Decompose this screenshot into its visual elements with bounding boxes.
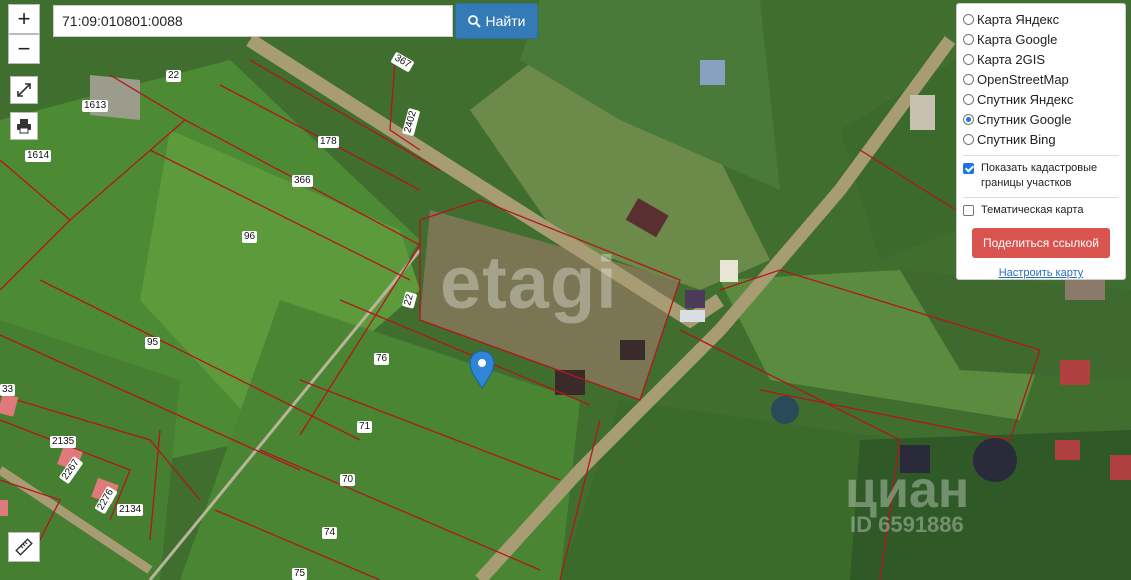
search-button-label: Найти xyxy=(485,13,526,29)
radio-button[interactable] xyxy=(963,93,974,105)
thematic-toggle[interactable]: Тематическая карта xyxy=(963,203,1119,218)
plot-label[interactable]: 74 xyxy=(322,527,338,539)
cadastral-toggle-label: Показать кадастровые границы участков xyxy=(981,162,1098,189)
configure-map-link[interactable]: Настроить карту xyxy=(963,267,1119,279)
layer-option-bing-satellite[interactable]: Спутник Bing xyxy=(963,129,1119,149)
radio-button[interactable] xyxy=(963,73,974,85)
plot-label[interactable]: 75 xyxy=(292,568,308,580)
plot-label[interactable]: 71 xyxy=(357,421,373,433)
print-icon xyxy=(17,119,31,134)
cadastral-toggle[interactable]: Показать кадастровые границы участков xyxy=(963,161,1119,191)
plot-label[interactable]: 178 xyxy=(318,136,339,148)
layer-option-yandex-map[interactable]: Карта Яндекс xyxy=(963,9,1119,29)
layer-label: Спутник Google xyxy=(977,111,1072,127)
zoom-in-label: + xyxy=(17,6,31,31)
layer-label: Карта Google xyxy=(977,31,1058,47)
thematic-toggle-label: Тематическая карта xyxy=(981,204,1084,216)
layer-option-yandex-satellite[interactable]: Спутник Яндекс xyxy=(963,89,1119,109)
layer-option-google-satellite[interactable]: Спутник Google xyxy=(963,109,1119,129)
search-button[interactable]: Найти xyxy=(455,3,538,39)
plot-label[interactable]: 96 xyxy=(242,231,258,243)
zoom-out-button[interactable]: − xyxy=(8,34,40,64)
plot-label[interactable]: 95 xyxy=(145,337,161,349)
plot-label[interactable]: 70 xyxy=(340,474,356,486)
layer-label: Спутник Яндекс xyxy=(977,91,1074,107)
layer-option-google-map[interactable]: Карта Google xyxy=(963,29,1119,49)
checkbox-checked[interactable] xyxy=(963,163,974,174)
layer-label: Спутник Bing xyxy=(977,131,1056,147)
plot-label[interactable]: 366 xyxy=(292,175,313,187)
search-icon xyxy=(467,14,481,28)
cadastral-search-input[interactable] xyxy=(53,5,453,37)
zoom-in-button[interactable]: + xyxy=(8,4,40,34)
radio-button[interactable] xyxy=(963,53,974,65)
fullscreen-button[interactable] xyxy=(10,76,38,104)
layer-label: Карта 2GIS xyxy=(977,51,1046,67)
plot-label[interactable]: 1613 xyxy=(82,100,109,112)
plot-label[interactable]: 76 xyxy=(374,353,390,365)
expand-icon xyxy=(17,83,31,97)
layer-label: OpenStreetMap xyxy=(977,71,1069,87)
layer-option-openstreetmap[interactable]: OpenStreetMap xyxy=(963,69,1119,89)
plot-label[interactable]: 1614 xyxy=(25,150,52,162)
print-button[interactable] xyxy=(10,112,38,140)
checkbox[interactable] xyxy=(963,205,974,216)
radio-button[interactable] xyxy=(963,33,974,45)
plot-label[interactable]: 2134 xyxy=(117,504,144,516)
plot-label[interactable]: 22 xyxy=(166,70,182,82)
ruler-button[interactable] xyxy=(8,532,40,562)
ruler-icon xyxy=(15,538,33,556)
radio-button-selected[interactable] xyxy=(963,113,974,125)
layer-option-2gis-map[interactable]: Карта 2GIS xyxy=(963,49,1119,69)
share-link-button[interactable]: Поделиться ссылкой xyxy=(972,228,1110,258)
zoom-out-label: − xyxy=(17,36,31,61)
divider xyxy=(963,197,1119,198)
layers-panel: Карта Яндекс Карта Google Карта 2GIS Ope… xyxy=(956,3,1126,280)
plot-label[interactable]: 2135 xyxy=(50,436,77,448)
plot-label[interactable]: 33 xyxy=(0,384,16,396)
divider xyxy=(963,155,1119,156)
radio-button[interactable] xyxy=(963,13,974,25)
radio-button[interactable] xyxy=(963,133,974,145)
layer-label: Карта Яндекс xyxy=(977,11,1060,27)
